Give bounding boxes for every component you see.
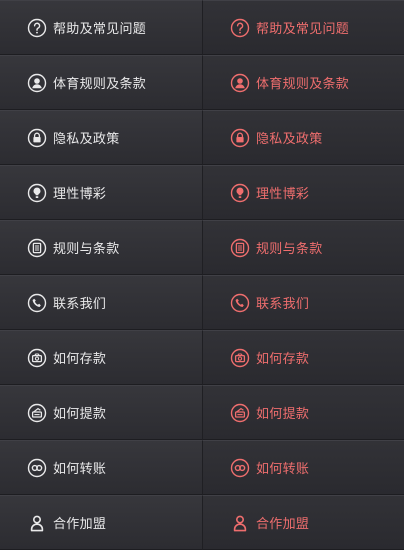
menu-item-responsible-gaming[interactable]: 理性博彩 bbox=[0, 165, 202, 220]
menu-item-label: 联系我们 bbox=[53, 297, 107, 312]
bulb-icon bbox=[27, 183, 47, 203]
menu-item-terms-active[interactable]: 规则与条款 bbox=[202, 220, 404, 275]
menu-item-label: 如何提款 bbox=[53, 407, 107, 422]
document-icon bbox=[230, 238, 250, 258]
partner-icon bbox=[27, 513, 47, 533]
withdraw-icon bbox=[230, 403, 250, 423]
menu-item-label: 合作加盟 bbox=[256, 517, 310, 532]
withdraw-icon bbox=[27, 403, 47, 423]
question-icon bbox=[27, 18, 47, 38]
user-icon bbox=[27, 73, 47, 93]
menu-item-label: 隐私及政策 bbox=[256, 132, 323, 147]
menu-item-withdraw-active[interactable]: 如何提款 bbox=[202, 385, 404, 440]
menu-item-transfer-active[interactable]: 如何转账 bbox=[202, 440, 404, 495]
menu-item-label: 合作加盟 bbox=[53, 517, 107, 532]
partner-icon bbox=[230, 513, 250, 533]
menu-item-label: 规则与条款 bbox=[256, 242, 323, 257]
menu-grid: 帮助及常见问题 帮助及常见问题 体育规则及条款 体育规则及条款 隐私及政策 隐私… bbox=[0, 0, 404, 550]
menu-item-label: 理性博彩 bbox=[256, 187, 310, 202]
menu-item-privacy-active[interactable]: 隐私及政策 bbox=[202, 110, 404, 165]
user-icon bbox=[230, 73, 250, 93]
menu-item-label: 隐私及政策 bbox=[53, 132, 120, 147]
menu-item-label: 规则与条款 bbox=[53, 242, 120, 257]
menu-item-label: 联系我们 bbox=[256, 297, 310, 312]
phone-icon bbox=[27, 293, 47, 313]
document-icon bbox=[27, 238, 47, 258]
bulb-icon bbox=[230, 183, 250, 203]
menu-item-privacy[interactable]: 隐私及政策 bbox=[0, 110, 202, 165]
lock-icon bbox=[27, 128, 47, 148]
menu-item-label: 如何转账 bbox=[53, 462, 107, 477]
menu-item-label: 体育规则及条款 bbox=[256, 77, 350, 92]
menu-item-sports-rules[interactable]: 体育规则及条款 bbox=[0, 55, 202, 110]
menu-item-label: 理性博彩 bbox=[53, 187, 107, 202]
menu-item-partner-active[interactable]: 合作加盟 bbox=[202, 495, 404, 550]
menu-item-responsible-gaming-active[interactable]: 理性博彩 bbox=[202, 165, 404, 220]
menu-item-sports-rules-active[interactable]: 体育规则及条款 bbox=[202, 55, 404, 110]
question-icon bbox=[230, 18, 250, 38]
menu-item-contact[interactable]: 联系我们 bbox=[0, 275, 202, 330]
menu-item-label: 如何存款 bbox=[53, 352, 107, 367]
menu-item-deposit-active[interactable]: 如何存款 bbox=[202, 330, 404, 385]
menu-item-label: 如何转账 bbox=[256, 462, 310, 477]
menu-item-help[interactable]: 帮助及常见问题 bbox=[0, 0, 202, 55]
transfer-icon bbox=[230, 458, 250, 478]
menu-item-label: 帮助及常见问题 bbox=[256, 22, 350, 37]
transfer-icon bbox=[27, 458, 47, 478]
menu-item-deposit[interactable]: 如何存款 bbox=[0, 330, 202, 385]
menu-item-contact-active[interactable]: 联系我们 bbox=[202, 275, 404, 330]
menu-item-help-active[interactable]: 帮助及常见问题 bbox=[202, 0, 404, 55]
deposit-icon bbox=[230, 348, 250, 368]
menu-item-label: 帮助及常见问题 bbox=[53, 22, 147, 37]
lock-icon bbox=[230, 128, 250, 148]
menu-item-label: 如何提款 bbox=[256, 407, 310, 422]
phone-icon bbox=[230, 293, 250, 313]
menu-item-label: 体育规则及条款 bbox=[53, 77, 147, 92]
menu-item-transfer[interactable]: 如何转账 bbox=[0, 440, 202, 495]
menu-item-terms[interactable]: 规则与条款 bbox=[0, 220, 202, 275]
deposit-icon bbox=[27, 348, 47, 368]
menu-item-partner[interactable]: 合作加盟 bbox=[0, 495, 202, 550]
menu-item-label: 如何存款 bbox=[256, 352, 310, 367]
menu-item-withdraw[interactable]: 如何提款 bbox=[0, 385, 202, 440]
